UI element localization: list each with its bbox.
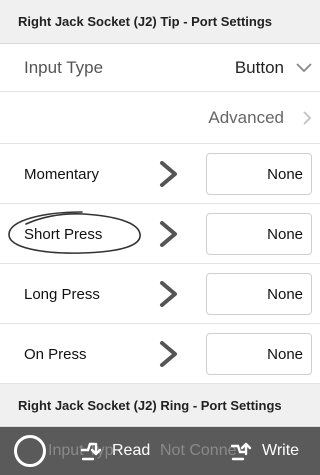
bottom-toolbar: Input Typ Not Conne Read Write xyxy=(0,427,320,475)
ring-port-settings-header: Right Jack Socket (J2) Ring - Port Setti… xyxy=(0,384,320,427)
mapping-value-field[interactable]: None xyxy=(206,273,312,315)
mapping-value-field[interactable]: None xyxy=(206,153,312,195)
write-icon xyxy=(230,442,252,461)
mapping-row-long-press: Long Press None xyxy=(0,264,320,324)
mapping-value-field[interactable]: None xyxy=(206,213,312,255)
advanced-row[interactable]: Advanced xyxy=(0,92,320,144)
tip-port-settings-header: Right Jack Socket (J2) Tip - Port Settin… xyxy=(0,0,320,44)
mapping-value-field[interactable]: None xyxy=(206,333,312,375)
advanced-link[interactable]: Advanced xyxy=(208,92,284,144)
chevron-right-icon xyxy=(302,92,312,144)
section-title: Right Jack Socket (J2) Ring - Port Setti… xyxy=(18,397,282,413)
mapping-label: Long Press xyxy=(24,285,100,303)
read-label: Read xyxy=(112,442,151,459)
input-type-label: Input Type xyxy=(24,58,104,77)
connection-status: Not Conne xyxy=(160,442,237,459)
chevron-right-icon[interactable] xyxy=(158,220,180,248)
connect-circle-icon[interactable] xyxy=(14,435,46,467)
read-button[interactable]: Read xyxy=(80,427,150,475)
mapping-row-short-press: Short Press None xyxy=(0,204,320,264)
input-type-value[interactable]: Button xyxy=(235,44,284,92)
chevron-right-icon[interactable] xyxy=(158,160,180,188)
mapping-label: On Press xyxy=(24,345,87,363)
read-icon xyxy=(80,442,102,461)
chevron-right-icon[interactable] xyxy=(158,280,180,308)
mapping-row-on-press: On Press None xyxy=(0,324,320,384)
mapping-label: Momentary xyxy=(24,165,100,183)
section-title: Right Jack Socket (J2) Tip - Port Settin… xyxy=(18,14,273,29)
mapping-row-momentary: Momentary None xyxy=(0,144,320,204)
write-button[interactable]: Write xyxy=(230,427,299,475)
input-type-row[interactable]: Input Type Button xyxy=(0,44,320,92)
mapping-label: Short Press xyxy=(24,225,103,243)
chevron-down-icon[interactable] xyxy=(296,44,312,92)
write-label: Write xyxy=(262,442,300,459)
chevron-right-icon[interactable] xyxy=(158,340,180,368)
